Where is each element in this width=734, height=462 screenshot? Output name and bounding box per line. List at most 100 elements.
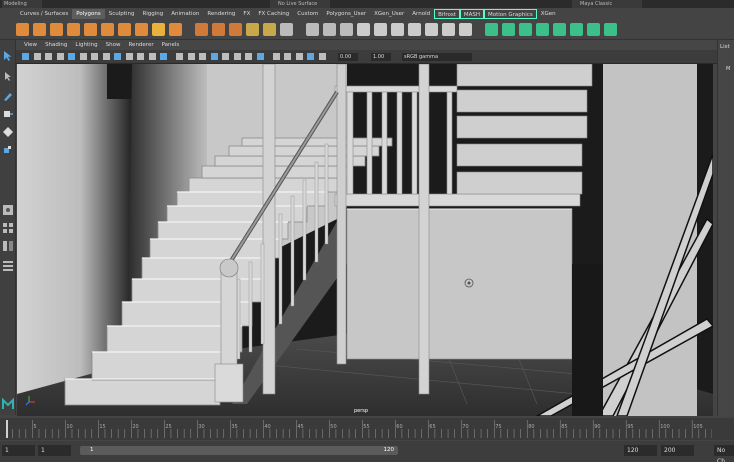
motion-blur-icon[interactable] — [256, 53, 264, 60]
shelf-tab-xgen-user[interactable]: XGen_User — [370, 9, 408, 19]
range-slider[interactable]: 1 120 — [80, 446, 398, 455]
shelf-tab-bifrost[interactable]: Bifrost — [434, 9, 460, 19]
mash-repro-icon[interactable] — [570, 23, 583, 36]
single-pane-layout-icon[interactable] — [2, 204, 14, 216]
mash-instancer-icon[interactable] — [553, 23, 566, 36]
bifrost-liquid-icon[interactable] — [502, 23, 515, 36]
poly-plane-icon[interactable] — [101, 23, 114, 36]
poly-cone-icon[interactable] — [67, 23, 80, 36]
isolate-icon[interactable] — [284, 53, 291, 60]
outliner-layout-icon[interactable] — [2, 260, 14, 272]
shelf-tab-curves-surfaces[interactable]: Curves / Surfaces — [16, 9, 72, 19]
viewport-3d[interactable]: persp — [17, 64, 713, 416]
resolution-gate-icon[interactable] — [114, 53, 121, 60]
shelf-tab-custom[interactable]: Custom — [293, 9, 322, 19]
list-menu[interactable]: List — [720, 44, 730, 50]
shadows-icon[interactable] — [233, 53, 241, 60]
bool-union-icon[interactable] — [306, 23, 319, 36]
camera-attributes-icon[interactable] — [33, 53, 41, 60]
xray-icon[interactable] — [295, 53, 303, 60]
time-ruler[interactable]: 5 10 15 20 25 30 35 40 45 50 55 60 65 70 75 80 85 90 95 100… — [6, 420, 712, 438]
bridge-icon[interactable] — [246, 23, 259, 36]
shelf-tab-fx[interactable]: FX — [239, 9, 254, 19]
ao-icon[interactable] — [245, 53, 252, 60]
bookmark-icon[interactable] — [45, 53, 52, 60]
extrude-icon[interactable] — [263, 23, 276, 36]
shelf-tab-xgen[interactable]: XGen — [537, 9, 560, 19]
two-pane-layout-icon[interactable] — [2, 240, 14, 252]
poly-torus-icon[interactable] — [84, 23, 97, 36]
motion-graphics-icon[interactable] — [587, 23, 600, 36]
xray-joints-icon[interactable] — [307, 53, 314, 60]
shelf-tab-polygons[interactable]: Polygons — [72, 9, 105, 19]
multi-cut-icon[interactable] — [357, 23, 370, 36]
aa-icon[interactable] — [272, 53, 280, 60]
smooth-icon[interactable] — [229, 23, 242, 36]
animation-end-field[interactable]: 200 — [661, 445, 694, 456]
playback-end-field[interactable]: 120 — [624, 445, 657, 456]
time-slider[interactable]: 5 10 15 20 25 30 35 40 45 50 55 60 65 70 75 80 85 90 95 100… — [0, 418, 734, 440]
color-space-select[interactable]: sRGB gamma — [402, 53, 472, 61]
bool-intersect-icon[interactable] — [340, 23, 353, 36]
wireframe-on-shaded-icon[interactable] — [199, 53, 206, 60]
combine-icon[interactable] — [195, 23, 208, 36]
poly-sphere-icon[interactable] — [16, 23, 29, 36]
shelf-tab-rendering[interactable]: Rendering — [203, 9, 239, 19]
poly-cube-icon[interactable] — [33, 23, 46, 36]
planar-map-icon[interactable] — [442, 23, 455, 36]
lasso-tool-icon[interactable] — [2, 70, 14, 82]
poly-disc-icon[interactable] — [118, 23, 131, 36]
gate-mask-icon[interactable] — [125, 53, 133, 60]
select-tool-icon[interactable] — [2, 50, 14, 62]
four-pane-layout-icon[interactable] — [2, 222, 14, 234]
image-plane-icon[interactable] — [56, 53, 64, 60]
film-gate-icon[interactable] — [102, 53, 110, 60]
uv-editor-icon[interactable] — [425, 23, 438, 36]
lights-icon[interactable] — [222, 53, 229, 60]
rotate-tool-icon[interactable] — [2, 126, 14, 138]
character-set-field[interactable]: No Ch — [714, 445, 734, 462]
shelf-tab-motion-graphics[interactable]: Motion Graphics — [484, 9, 537, 19]
panel-menu-show[interactable]: Show — [102, 42, 125, 48]
quad-draw-icon[interactable] — [391, 23, 404, 36]
shelf-tab-animation[interactable]: Animation — [167, 9, 203, 19]
2d-pan-icon[interactable] — [68, 53, 75, 60]
shelf-tab-rigging[interactable]: Rigging — [138, 9, 167, 19]
panel-menu-view[interactable]: View — [20, 42, 41, 48]
field-chart-icon[interactable] — [137, 53, 144, 60]
panel-menu-panels[interactable]: Panels — [158, 42, 184, 48]
smooth-shade-icon[interactable] — [187, 53, 195, 60]
shelf-tab-arnold[interactable]: Arnold — [408, 9, 434, 19]
target-weld-icon[interactable] — [374, 23, 387, 36]
mash-distribute-icon[interactable] — [536, 23, 549, 36]
exposure-field[interactable]: 0.00 — [338, 53, 358, 61]
panel-menu-lighting[interactable]: Lighting — [71, 42, 101, 48]
textured-icon[interactable] — [210, 53, 218, 60]
shelf-tab-mash[interactable]: MASH — [459, 9, 485, 19]
svg-icon[interactable] — [169, 23, 182, 36]
live-surface-field[interactable]: No Live Surface — [270, 0, 330, 8]
bifrost-icon[interactable] — [485, 23, 498, 36]
gamma-field[interactable]: 1.00 — [371, 53, 391, 61]
poly-text-icon[interactable] — [152, 23, 165, 36]
xgen-icon[interactable] — [604, 23, 617, 36]
separate-icon[interactable] — [212, 23, 225, 36]
panel-menu-shading[interactable]: Shading — [41, 42, 71, 48]
grease-pencil-icon[interactable] — [79, 53, 87, 60]
wireframe-icon[interactable] — [176, 53, 183, 60]
playback-start-field[interactable]: 1 — [38, 445, 71, 456]
shelf-tab-polygons-user[interactable]: Polygons_User — [322, 9, 370, 19]
grid-icon[interactable] — [91, 53, 98, 60]
select-camera-icon[interactable] — [22, 53, 29, 60]
menu-set-selector[interactable]: Modeling — [2, 0, 42, 8]
mirror-icon[interactable] — [408, 23, 421, 36]
platonic-solid-icon[interactable] — [135, 23, 148, 36]
safe-title-icon[interactable] — [160, 53, 167, 60]
shelf-tab-fx-caching[interactable]: FX Caching — [254, 9, 293, 19]
animation-start-field[interactable]: 1 — [2, 445, 35, 456]
auto-map-icon[interactable] — [459, 23, 472, 36]
move-tool-icon[interactable] — [2, 108, 14, 120]
mash-network-icon[interactable] — [519, 23, 532, 36]
bool-diff-icon[interactable] — [323, 23, 336, 36]
workspace-selector[interactable]: Maya Classic — [572, 0, 642, 8]
